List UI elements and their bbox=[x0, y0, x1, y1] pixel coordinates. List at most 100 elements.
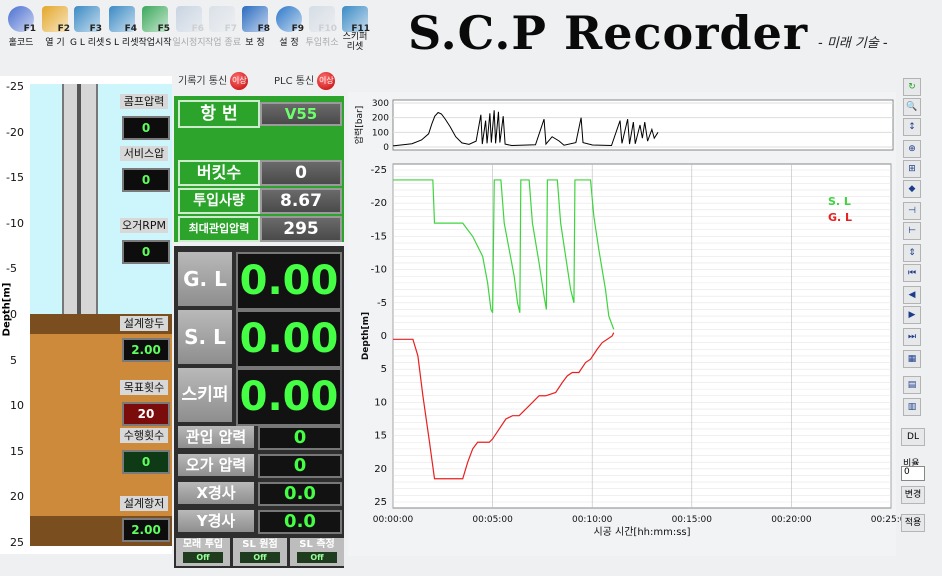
depth-tick-label: 25 bbox=[374, 497, 387, 508]
refresh-icon[interactable]: ↻ bbox=[903, 78, 921, 96]
pressure-series-line bbox=[392, 110, 659, 147]
last-icon[interactable]: ⏭ bbox=[903, 328, 921, 346]
toolbar-button-label: 설 정 bbox=[279, 38, 299, 48]
depth-tick-label: -10 bbox=[371, 265, 387, 276]
gauge-value: 20 bbox=[122, 402, 170, 426]
bucket-count-value: 0 bbox=[260, 160, 342, 186]
toolbar-button-f11[interactable]: F11 스키퍼 리셋 bbox=[338, 2, 372, 64]
calibrate-icon: F8 bbox=[242, 6, 270, 34]
gauge-label: 수행횟수 bbox=[120, 428, 168, 443]
diamond-icon[interactable]: ◆ bbox=[903, 180, 921, 198]
depth-tick-label: -25 bbox=[6, 80, 24, 93]
sl-origin-switch[interactable]: SL 원점 Off bbox=[233, 538, 287, 566]
y-tilt-label: Y경사 bbox=[178, 510, 254, 532]
sand-volume-label: 투입사량 bbox=[178, 188, 260, 214]
sand-input-switch[interactable]: 모래 투입 Off bbox=[176, 538, 230, 566]
toolbar-key-label: F3 bbox=[89, 24, 102, 34]
time-axis-label: 시공 시간[hh:mm:ss] bbox=[593, 526, 690, 538]
toolbar-button-f2[interactable]: F2 열 기 bbox=[38, 2, 72, 64]
prev-icon[interactable]: ◀ bbox=[903, 286, 921, 304]
toolbar-button-f9[interactable]: F9 설 정 bbox=[272, 2, 306, 64]
vertical-scale-icon[interactable]: ⇕ bbox=[903, 244, 921, 262]
gauge-value: 2.00 bbox=[122, 518, 170, 542]
gauge-value: 0 bbox=[122, 116, 170, 140]
gauge-value: 0 bbox=[122, 450, 170, 474]
recorder-comm-status: 기록기 통신 이상 bbox=[178, 72, 249, 92]
gauge-label: 오거RPM bbox=[120, 218, 168, 233]
left-bracket-icon[interactable]: ⊣ bbox=[903, 202, 921, 220]
pressure-axis-label: 압력[bar] bbox=[353, 106, 365, 145]
center-icon[interactable]: ⊕ bbox=[903, 140, 921, 158]
plc-comm-status: PLC 통신 이상 bbox=[274, 72, 336, 92]
time-tick-label: 00:00:00 bbox=[373, 515, 414, 525]
pressure-tick-label: 200 bbox=[372, 114, 389, 124]
apply-button[interactable]: 적용 bbox=[901, 514, 925, 532]
pdf-icon[interactable]: ▥ bbox=[903, 398, 921, 416]
toolbar-key-label: F9 bbox=[291, 24, 304, 34]
toolbar-button-f7[interactable]: F7 작업 종료 bbox=[205, 2, 241, 64]
depth-tick-label: -15 bbox=[6, 171, 24, 185]
dl-button[interactable]: DL bbox=[901, 428, 925, 446]
max-pressure-label: 최대관입압력 bbox=[178, 216, 260, 242]
pressure-plot-area bbox=[392, 99, 894, 151]
app-subtitle: - 미래 기술 - bbox=[818, 36, 888, 51]
depth-tick-label: -5 bbox=[377, 298, 387, 309]
expand-icon[interactable]: ⊞ bbox=[903, 160, 921, 178]
zoom-icon[interactable]: 🔍 bbox=[903, 98, 921, 116]
depth-tick-label: -15 bbox=[371, 231, 387, 242]
legend-entry-gl: G. L bbox=[828, 211, 852, 224]
pile-no-value: V55 bbox=[260, 102, 342, 126]
pause-icon: F6 bbox=[176, 6, 204, 34]
pressure-tick-label: 0 bbox=[383, 143, 389, 153]
auger-pressure-value: 0 bbox=[258, 454, 342, 478]
toolbar-button-f10[interactable]: F10 투입취소 bbox=[305, 2, 339, 64]
pile-rod bbox=[62, 84, 98, 314]
depth-tick-label: 20 bbox=[374, 464, 387, 475]
toolbar-key-label: F6 bbox=[191, 24, 204, 34]
bucket-count-label: 버킷수 bbox=[178, 160, 260, 186]
toolbar-button-f4[interactable]: F4 S L 리셋 bbox=[105, 2, 139, 64]
depth-series-line-sl bbox=[393, 179, 615, 330]
toolbar-button-label: 열 기 bbox=[45, 38, 65, 48]
sl-origin-switch-label: SL 원점 bbox=[242, 539, 278, 550]
depth-tick-label: -5 bbox=[6, 262, 17, 276]
toolbar-button-f5[interactable]: F5 작업시작 bbox=[138, 2, 172, 64]
toolbar-button-f3[interactable]: F3 G L 리셋 bbox=[70, 2, 104, 64]
ratio-input[interactable]: 0 bbox=[901, 466, 925, 481]
toolbar-button-label: 일시정지 bbox=[172, 38, 206, 48]
depth-tick-label: -20 bbox=[6, 125, 24, 139]
toolbar-button-label: 투입취소 bbox=[305, 38, 339, 48]
toolbar-button-f6[interactable]: F6 일시정지 bbox=[172, 2, 206, 64]
depth-tick-label: 10 bbox=[10, 399, 24, 413]
auger-pressure-label: 오가 압력 bbox=[178, 454, 254, 476]
change-button[interactable]: 변경 bbox=[901, 486, 925, 504]
depth-axis-label: Depth[m] bbox=[1, 282, 13, 337]
depth-tick-label: 20 bbox=[10, 490, 24, 504]
image-icon[interactable]: ▦ bbox=[903, 350, 921, 368]
gauge-value: 0 bbox=[122, 168, 170, 192]
depth-tick-label: 10 bbox=[374, 397, 387, 408]
gauge-value: 0 bbox=[122, 240, 170, 264]
sl-measure-switch[interactable]: SL 측정 Off bbox=[290, 538, 344, 566]
depth-axis-title: Depth[m] bbox=[361, 312, 371, 360]
sl-measure-switch-state: Off bbox=[297, 552, 337, 563]
target-icon: F1 bbox=[8, 6, 36, 34]
sl-measure-switch-label: SL 측정 bbox=[299, 539, 335, 550]
time-tick-label: 00:05:00 bbox=[472, 515, 513, 525]
gear-icon: F9 bbox=[276, 6, 304, 34]
depth-tick-label: -25 bbox=[371, 165, 387, 176]
fit-vertical-icon[interactable]: ↕ bbox=[903, 118, 921, 136]
penetration-pressure-value: 0 bbox=[258, 426, 342, 450]
first-icon[interactable]: ⏮ bbox=[903, 264, 921, 282]
recorder-comm-led: 이상 bbox=[230, 72, 249, 90]
measurement-box: G. L 0.00 S. L 0.00 스키퍼 0.00 관입 압력 0 오가 … bbox=[174, 246, 344, 568]
right-bracket-icon[interactable]: ⊢ bbox=[903, 222, 921, 240]
sand-input-switch-state: Off bbox=[183, 552, 223, 563]
skipper-value: 0.00 bbox=[236, 368, 342, 426]
sand-input-switch-label: 모래 투입 bbox=[182, 539, 224, 550]
gl-label: G. L bbox=[178, 252, 232, 306]
report-icon[interactable]: ▤ bbox=[903, 376, 921, 394]
next-icon[interactable]: ▶ bbox=[903, 306, 921, 324]
toolbar-button-f1[interactable]: F1 홀코드 bbox=[4, 2, 38, 64]
toolbar-button-f8[interactable]: F8 보 정 bbox=[238, 2, 272, 64]
